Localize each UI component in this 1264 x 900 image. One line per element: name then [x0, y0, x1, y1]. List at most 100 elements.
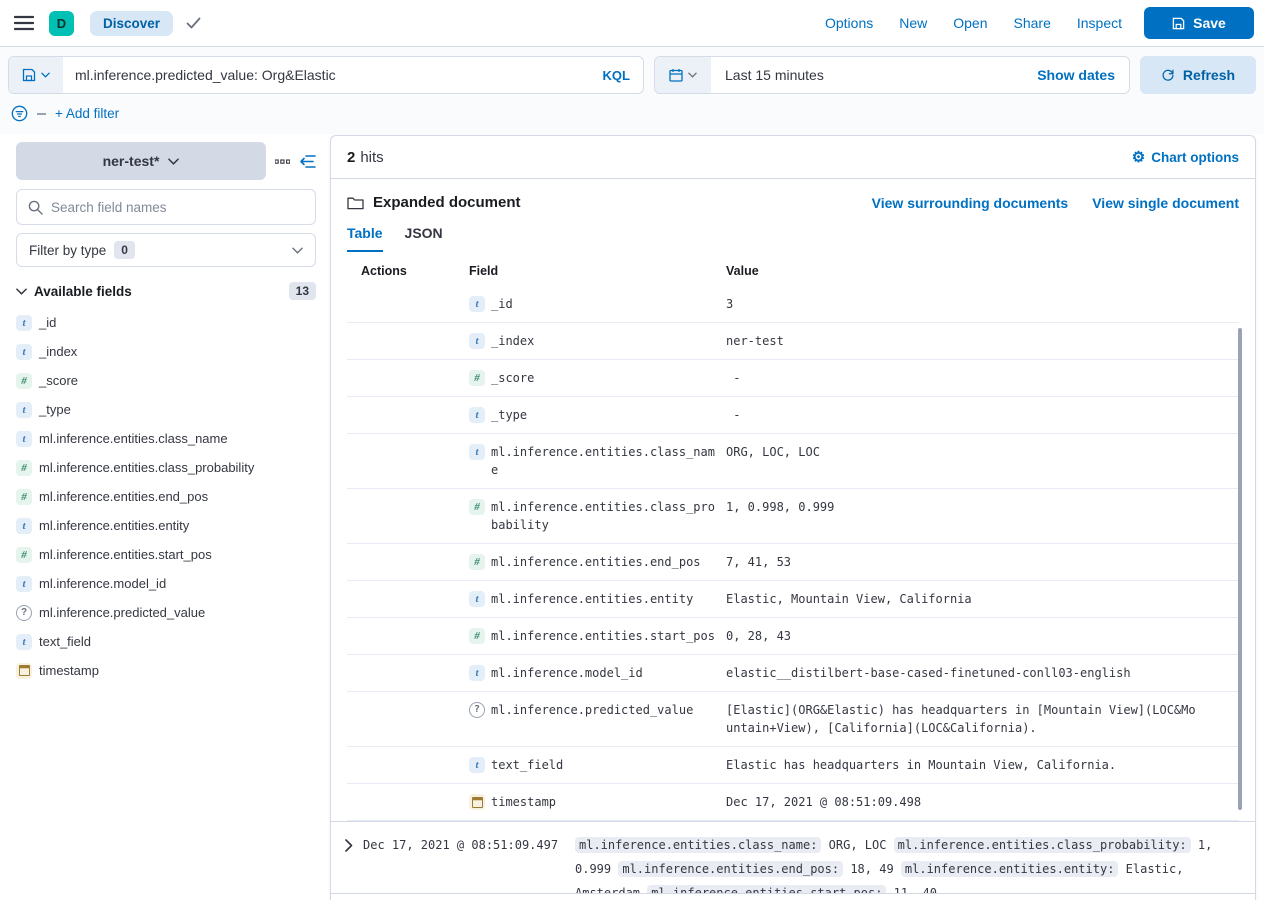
menu-item-new[interactable]: New — [899, 15, 927, 31]
row-field-name: _id — [491, 295, 719, 313]
row-actions-cell[interactable] — [347, 692, 469, 747]
row-actions-cell[interactable] — [347, 784, 469, 821]
field-type-icon — [16, 373, 32, 389]
filter-type-count-badge: 0 — [114, 241, 135, 259]
search-icon — [28, 200, 43, 215]
quick-select-date-button[interactable] — [655, 57, 711, 93]
row-actions-cell[interactable] — [347, 360, 469, 397]
date-picker: Last 15 minutes Show dates — [654, 56, 1130, 94]
document-tabs: Table JSON — [347, 225, 1239, 252]
sidebar-field-item[interactable]: _index — [16, 337, 316, 366]
saved-query-icon — [22, 68, 36, 82]
time-range-value[interactable]: Last 15 minutes — [711, 67, 1037, 83]
menu-item-options[interactable]: Options — [825, 15, 873, 31]
field-type-icon — [469, 296, 485, 312]
filter-menu-icon[interactable] — [11, 105, 28, 122]
available-fields-header[interactable]: Available fields 13 — [16, 282, 316, 300]
field-type-icon — [469, 794, 485, 810]
index-pattern-select[interactable]: ner-test* — [16, 142, 266, 180]
document-list-row[interactable]: Dec 17, 2021 @ 08:51:09.497 ml.inference… — [331, 821, 1255, 894]
column-header-field: Field — [469, 252, 726, 286]
saved-check-icon — [186, 17, 201, 29]
row-field-value: elastic__distilbert-base-cased-finetuned… — [726, 664, 1200, 682]
row-field-value: - — [726, 369, 1200, 387]
sidebar-field-item[interactable]: ml.inference.entities.entity — [16, 511, 316, 540]
refresh-icon — [1161, 68, 1175, 82]
show-dates-button[interactable]: Show dates — [1037, 67, 1129, 83]
query-section: KQL Last 15 minutes Show dates Refresh +… — [0, 47, 1264, 134]
add-filter-button[interactable]: + Add filter — [55, 106, 119, 121]
table-row: ml.inference.predicted_value [Elastic](O… — [347, 692, 1239, 747]
field-search-box — [16, 189, 316, 225]
collapse-sidebar-icon[interactable] — [299, 154, 316, 169]
sidebar-field-item[interactable]: _id — [16, 308, 316, 337]
row-actions-cell[interactable] — [347, 655, 469, 692]
row-actions-cell[interactable] — [347, 581, 469, 618]
field-type-icon — [16, 547, 32, 563]
table-row: text_field Elastic has headquarters in M… — [347, 747, 1239, 784]
row-actions-cell[interactable] — [347, 397, 469, 434]
space-avatar[interactable]: D — [49, 11, 74, 36]
row-actions-cell[interactable] — [347, 323, 469, 360]
row-actions-cell[interactable] — [347, 489, 469, 544]
save-button[interactable]: Save — [1144, 7, 1254, 39]
row-actions-cell[interactable] — [347, 747, 469, 784]
menu-icon[interactable] — [14, 15, 34, 31]
row-actions-cell[interactable] — [347, 434, 469, 489]
sidebar-field-item[interactable]: _score — [16, 366, 316, 395]
row-field-value: 7, 41, 53 — [726, 553, 1200, 571]
table-row: timestamp Dec 17, 2021 @ 08:51:09.498 — [347, 784, 1239, 821]
row-actions-cell[interactable] — [347, 618, 469, 655]
breadcrumb-discover[interactable]: Discover — [90, 11, 173, 36]
field-type-icon — [469, 407, 485, 423]
gear-icon: ⚙ — [1132, 150, 1145, 165]
table-row: _score - — [347, 360, 1239, 397]
sidebar-field-item[interactable]: ml.inference.entities.end_pos — [16, 482, 316, 511]
tab-json[interactable]: JSON — [405, 225, 443, 252]
content-area: ner-test* Filter by type 0 Available fie… — [0, 134, 1264, 900]
refresh-button[interactable]: Refresh — [1140, 56, 1256, 94]
view-single-document-link[interactable]: View single document — [1092, 195, 1239, 211]
tab-table[interactable]: Table — [347, 225, 383, 252]
field-type-icon — [469, 665, 485, 681]
query-input[interactable] — [63, 67, 603, 83]
filter-bar: + Add filter — [11, 105, 1256, 134]
field-type-icon — [16, 663, 32, 679]
menu-item-open[interactable]: Open — [953, 15, 987, 31]
vertical-scrollbar[interactable] — [1238, 328, 1242, 810]
topnav-menu: Options New Open Share Inspect — [825, 15, 1122, 31]
sidebar-field-item[interactable]: _type — [16, 395, 316, 424]
menu-item-share[interactable]: Share — [1014, 15, 1051, 31]
sidebar-field-item[interactable]: ml.inference.entities.class_probability — [16, 453, 316, 482]
row-field-value: ORG, LOC, LOC — [726, 443, 1200, 461]
query-language-button[interactable]: KQL — [603, 68, 643, 83]
sidebar-field-item[interactable]: ml.inference.model_id — [16, 569, 316, 598]
index-pattern-row: ner-test* — [16, 142, 316, 180]
row-field-value: 0, 28, 43 — [726, 627, 1200, 645]
chevron-down-icon — [688, 72, 697, 78]
view-surrounding-documents-link[interactable]: View surrounding documents — [872, 195, 1069, 211]
row-actions-cell[interactable] — [347, 286, 469, 323]
row-field-value: - — [726, 406, 1200, 424]
row-field-name: _score — [491, 369, 719, 387]
menu-item-inspect[interactable]: Inspect — [1077, 15, 1122, 31]
query-bar: KQL — [8, 56, 644, 94]
field-settings-icon[interactable] — [275, 159, 290, 164]
expanded-document-title: Expanded document — [373, 194, 521, 211]
sidebar-field-item[interactable]: ml.inference.entities.start_pos — [16, 540, 316, 569]
filter-by-type-select[interactable]: Filter by type 0 — [16, 233, 316, 267]
top-navigation-bar: D Discover Options New Open Share Inspec… — [0, 0, 1264, 47]
sidebar-field-item[interactable]: timestamp — [16, 656, 316, 685]
table-row: ml.inference.entities.class_name ORG, LO… — [347, 434, 1239, 489]
row-actions-cell[interactable] — [347, 544, 469, 581]
sidebar-field-item[interactable]: text_field — [16, 627, 316, 656]
chart-options-button[interactable]: ⚙ Chart options — [1132, 150, 1239, 165]
column-header-actions: Actions — [347, 252, 469, 286]
source-field-pill: ml.inference.entities.entity: — [901, 861, 1119, 877]
sidebar-field-item[interactable]: ml.inference.entities.class_name — [16, 424, 316, 453]
saved-query-menu-button[interactable] — [9, 57, 63, 93]
field-search-input[interactable] — [51, 200, 304, 215]
chevron-down-icon — [292, 247, 303, 254]
sidebar-field-item[interactable]: ml.inference.predicted_value — [16, 598, 316, 627]
expand-row-icon[interactable] — [345, 839, 353, 893]
